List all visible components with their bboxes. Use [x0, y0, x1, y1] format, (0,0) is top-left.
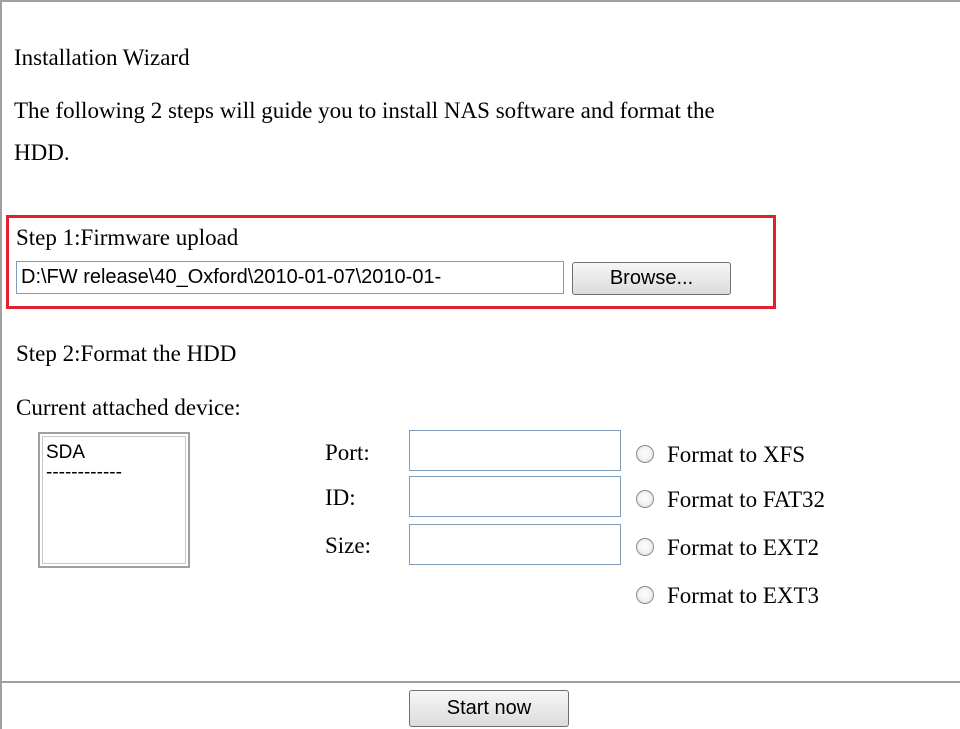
format-fat32-label: Format to FAT32 [667, 487, 826, 512]
device-listbox[interactable]: SDA ------------ [38, 432, 190, 568]
device-list-item[interactable]: SDA [46, 442, 85, 464]
footer-divider [0, 681, 960, 683]
device-list-item[interactable]: ------------ [46, 462, 122, 484]
format-xfs-label: Format to XFS [667, 442, 806, 467]
start-now-button[interactable]: Start now [409, 690, 569, 727]
format-ext2-radio[interactable] [636, 538, 654, 556]
wizard-title: Installation Wizard [14, 45, 190, 70]
port-field[interactable] [409, 430, 621, 471]
device-label: Current attached device: [16, 395, 241, 420]
format-xfs-radio[interactable] [636, 445, 654, 463]
format-ext2-label: Format to EXT2 [667, 535, 820, 560]
wizard-intro-line2: HDD. [14, 140, 70, 165]
size-label: Size: [325, 533, 371, 558]
id-field[interactable] [409, 476, 621, 517]
format-fat32-radio[interactable] [636, 490, 654, 508]
id-label: ID: [325, 485, 356, 510]
format-ext3-label: Format to EXT3 [667, 583, 820, 608]
step2-label: Step 2:Format the HDD [16, 341, 237, 366]
step1-label: Step 1:Firmware upload [16, 225, 239, 250]
browse-button[interactable]: Browse... [572, 262, 731, 295]
port-label: Port: [325, 440, 370, 465]
format-ext3-radio[interactable] [636, 586, 654, 604]
size-field[interactable] [409, 524, 621, 565]
firmware-file-input[interactable]: D:\FW release\40_Oxford\2010-01-07\2010-… [16, 261, 564, 294]
frame-top-border [0, 0, 960, 2]
wizard-intro-line1: The following 2 steps will guide you to … [14, 98, 715, 123]
frame-left-border [0, 0, 2, 729]
